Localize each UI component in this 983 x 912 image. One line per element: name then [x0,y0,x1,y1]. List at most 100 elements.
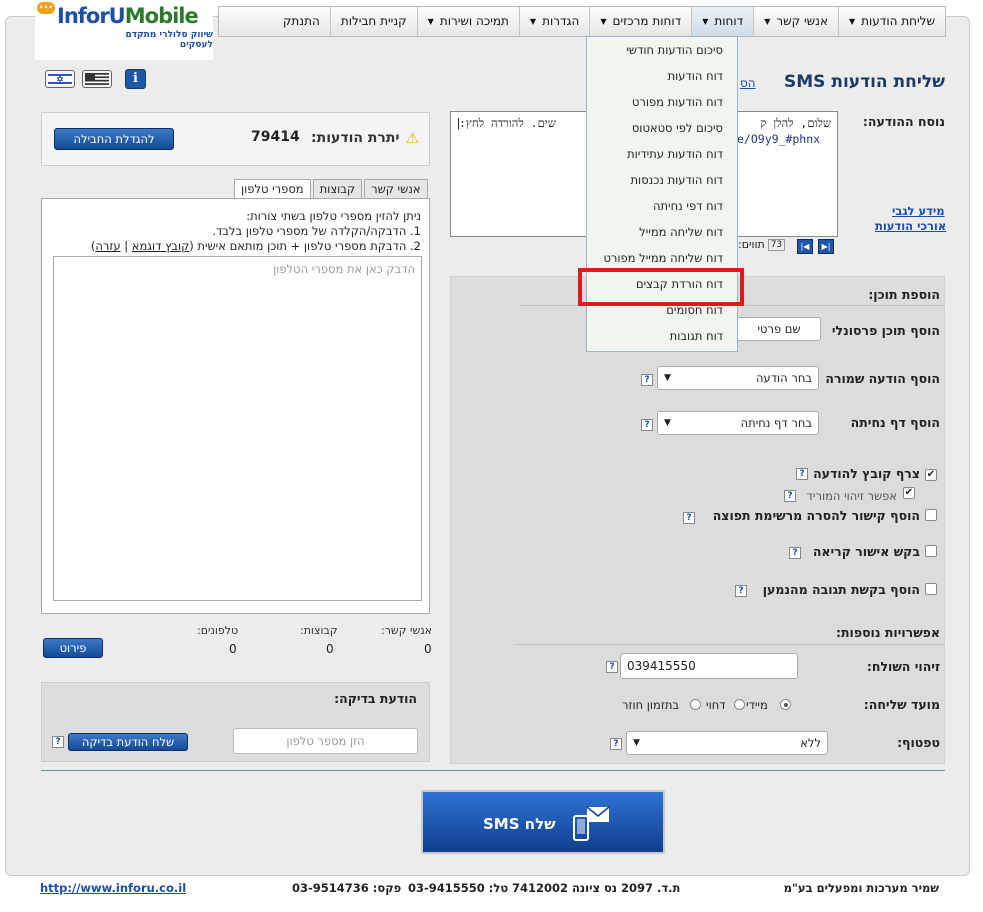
caret-down-icon: ▼ [702,17,709,26]
menu-item-email-send-report[interactable]: דוח שליחה ממייל [587,219,737,245]
char-counter: תווים: 73 [738,238,786,251]
send-test-message-button[interactable]: שלח הודעת בדיקה [68,733,188,751]
help-question-icon[interactable]: ? [641,374,653,386]
us-flag-button[interactable] [82,70,112,88]
nav-send-messages[interactable]: שליחת הודעות ▼ [837,7,945,36]
add-content-title: הוספת תוכן: [868,287,940,302]
identify-downloader-label: אפשר זיהוי המוריד [806,489,897,503]
phones-count-label: טלפונים: [197,624,239,637]
unsubscribe-link-checkbox[interactable] [925,509,937,521]
test-phone-input[interactable]: הזן מספר טלפון [233,728,418,754]
credit-label-wrap: ⚠ יתרת הודעות: [311,129,419,147]
read-receipt-checkbox[interactable] [925,545,937,557]
info-icon[interactable]: i [125,69,146,89]
menu-item-status-summary[interactable]: סיכום לפי סטאטוס [587,115,737,141]
help-question-icon[interactable]: ? [735,585,747,597]
scroll-prev-icon[interactable]: |◀ [797,239,813,254]
identify-downloader-checkbox[interactable]: ✔ [903,487,915,499]
nav-label: שליחת הודעות [861,14,935,28]
help-question-icon[interactable]: ? [641,419,653,431]
phones-instruction: ניתן להזין מספרי טלפון בשתי צורות: [246,209,421,223]
phones-count: 0 [229,642,237,656]
char-counter-label: תווים: [738,238,765,251]
nav-label: תמיכה ושירות [439,14,509,28]
message-info-link-2[interactable]: אורכי הודעות [875,219,946,233]
timing-now-radio[interactable] [780,699,791,710]
us-flag-icon [85,73,109,85]
landing-page-select[interactable]: בחר דף נחיתה ▼ [657,411,819,435]
recipient-tabs: אנשי קשר קבוצות מספרי טלפון [232,179,428,199]
throttle-select[interactable]: ללא ▼ [626,731,828,755]
details-button[interactable]: פירוט [43,638,103,658]
scroll-next-icon[interactable]: ▶| [818,239,834,254]
phones-option-2: 2. הדבקת מספרי טלפון + תוכן מותאם אישית … [90,239,421,253]
tab-contacts[interactable]: אנשי קשר [364,179,428,199]
footer-address: ת.ד. 2097 נס ציונה 7412002 [512,881,681,895]
page-title: שליחת הודעות SMS [784,72,945,92]
saved-message-select[interactable]: בחר הודעה ▼ [657,366,819,390]
footer-website-link[interactable]: http://www.inforu.co.il [40,881,186,895]
timing-repeat-radio[interactable] [690,699,701,710]
nav-settings[interactable]: הגדרות ▼ [518,7,589,36]
menu-item-incoming-report[interactable]: דוח הודעות נכנסות [587,167,737,193]
bottom-divider [41,770,945,771]
attach-file-checkbox[interactable]: ✔ [925,469,937,481]
help-question-icon[interactable]: ? [52,736,64,748]
help-question-icon[interactable]: ? [789,547,801,559]
logo-brand-a: InforU [57,4,126,28]
help-question-icon[interactable]: ? [610,738,622,750]
throttle-value: ללא [800,736,821,750]
menu-item-messages-report[interactable]: דוח הודעות [587,63,737,89]
upgrade-package-button[interactable]: להגדלת החבילה [54,128,174,150]
title-link[interactable]: הס [740,76,756,90]
additional-options-title: אפשרויות נוספות: [836,625,940,640]
logo[interactable]: ••• InforUMobile שיווק סלולרי מתקדם לעסק… [35,0,213,60]
nav-contacts[interactable]: אנשי קשר ▼ [753,7,838,36]
caret-down-icon: ▼ [764,17,771,26]
nav-buy-packages[interactable]: קניית חבילות [329,7,417,36]
help-question-icon[interactable]: ? [784,490,796,502]
timing-repeat-label: בתזמון חוזר [622,698,680,712]
nav-reports[interactable]: דוחות ▼ [691,7,754,36]
sender-id-input[interactable]: 039415550 [620,653,798,679]
footer-fax: פקס: 03-9514736 [292,881,402,895]
menu-item-detailed-report[interactable]: דוח הודעות מפורט [587,89,737,115]
reply-request-checkbox[interactable] [925,583,937,595]
help-question-icon[interactable]: ? [606,661,618,673]
timing-later-label: דחוי [706,698,726,712]
logo-brand-b: Mobile [124,4,199,28]
nav-support[interactable]: תמיכה ושירות ▼ [416,7,519,36]
timing-later-radio[interactable] [734,699,745,710]
phone-numbers-input[interactable]: הדבק כאן את מספרי הטלפון [53,256,422,601]
nav-logout[interactable]: התנתק [273,7,330,36]
read-receipt-label: בקש אישור קריאה [812,544,920,559]
send-sms-button[interactable]: שלח SMS [421,790,665,854]
menu-item-landing-pages-report[interactable]: דוח דפי נחיתה [587,193,737,219]
unsubscribe-link-label: הוסף קישור להסרה מרשימת תפוצה [712,508,920,523]
landing-page-value: בחר דף נחיתה [740,416,812,430]
nav-label: התנתק [282,14,320,28]
help-question-icon[interactable]: ? [796,468,808,480]
nav-label: דוחות [714,14,744,28]
test-message-box: הודעת בדיקה: הזן מספר טלפון שלח הודעת בד… [41,682,430,762]
menu-item-replies-report[interactable]: דוח תגובות [587,323,737,349]
message-line-2: e/O9y9_#phnx [737,132,821,146]
help-question-icon[interactable]: ? [683,512,695,524]
phones-option-1: 1. הדבקה/הקלדה של מספרי טלפון בלבד. [212,224,421,238]
menu-item-future-report[interactable]: דוח הודעות עתידיות [587,141,737,167]
tab-phone-numbers[interactable]: מספרי טלפון [234,179,311,199]
personal-content-select[interactable]: שם פרטי [737,317,821,341]
nav-central-reports[interactable]: דוחות מרכזים ▼ [589,7,691,36]
israel-flag-button[interactable] [45,70,75,88]
caret-down-icon: ▼ [427,17,434,26]
nav-label: קניית חבילות [340,14,407,28]
message-info-link-1[interactable]: מידע לגבי [892,204,945,218]
contacts-count-label: אנשי קשר: [381,624,433,637]
example-file-link[interactable]: קובץ דוגמא [132,239,189,253]
caret-down-icon: ▼ [848,17,856,26]
menu-item-monthly-summary[interactable]: סיכום הודעות חודשי [587,37,737,63]
footer-company: שמיר מערכות ומפעלים בע"מ [783,881,939,895]
help-link[interactable]: עזרה [95,239,120,253]
tab-groups[interactable]: קבוצות [312,179,363,199]
message-line-1-start: שלום, להלן ק [760,116,831,130]
